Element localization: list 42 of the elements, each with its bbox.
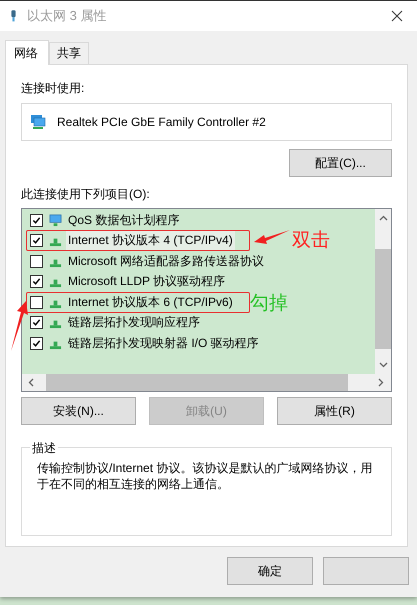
- ok-button[interactable]: 确定: [227, 557, 313, 585]
- list-item[interactable]: Microsoft LLDP 协议驱动程序: [66, 272, 228, 292]
- list-item[interactable]: 链路层拓扑发现映射器 I/O 驱动程序: [66, 334, 261, 353]
- scroll-down-icon[interactable]: [378, 362, 388, 368]
- checkbox[interactable]: [30, 296, 43, 309]
- description-text: 传输控制协议/Internet 协议。该协议是默认的广域网络协议，用于在不同的相互连接的网络上通信。: [37, 460, 374, 492]
- annotation-text: 双击: [292, 228, 330, 252]
- item-button[interactable]: 属性(R): [277, 397, 392, 425]
- checkbox[interactable]: [30, 336, 43, 350]
- horizontal-scrollbar[interactable]: [22, 374, 391, 391]
- scroll-thumb[interactable]: [46, 374, 348, 391]
- checkbox[interactable]: [30, 316, 43, 330]
- list-item[interactable]: Internet 协议版本 6 (TCP/IPv6): [66, 292, 235, 312]
- scroll-thumb[interactable]: [375, 249, 391, 349]
- annotation-arrow: [254, 228, 290, 244]
- tab[interactable]: 共享: [49, 42, 89, 64]
- vertical-scrollbar[interactable]: [375, 209, 391, 374]
- list-item[interactable]: Microsoft 网络适配器多路传送器协议: [66, 252, 266, 271]
- close-icon: [391, 10, 403, 22]
- list-item[interactable]: QoS 数据包计划程序: [66, 210, 182, 230]
- checkbox[interactable]: [30, 234, 43, 248]
- annotation-text: 勾掉: [250, 292, 288, 316]
- ethernet-plug-icon: [10, 10, 17, 22]
- scroll-right-icon[interactable]: [378, 378, 384, 387]
- adapter-name: Realtek PCIe GbE Family Controller #2: [57, 115, 266, 129]
- group-title: 描述: [30, 440, 58, 457]
- checkbox[interactable]: [30, 214, 43, 227]
- monitor-icon: [49, 214, 62, 227]
- list-item[interactable]: Internet 协议版本 4 (TCP/IPv4): [66, 231, 235, 250]
- configure-button[interactable]: 配置(C)...: [289, 149, 392, 177]
- items-label: 此连接使用下列项目(O):: [21, 186, 151, 203]
- scroll-left-icon[interactable]: [28, 378, 34, 387]
- window-title: 以太网 3 属性: [27, 7, 108, 25]
- item-button[interactable]: 安装(N)...: [21, 397, 136, 425]
- list-item[interactable]: 链路层拓扑发现响应程序: [66, 313, 202, 332]
- scroll-up-icon[interactable]: [378, 215, 388, 221]
- network-adapter-icon: [30, 114, 46, 130]
- connect-using-label: 连接时使用:: [21, 80, 86, 97]
- checkbox[interactable]: [30, 254, 43, 268]
- tab[interactable]: 网络: [5, 40, 49, 65]
- annotation-arrow: [9, 301, 29, 351]
- checkbox[interactable]: [30, 275, 43, 288]
